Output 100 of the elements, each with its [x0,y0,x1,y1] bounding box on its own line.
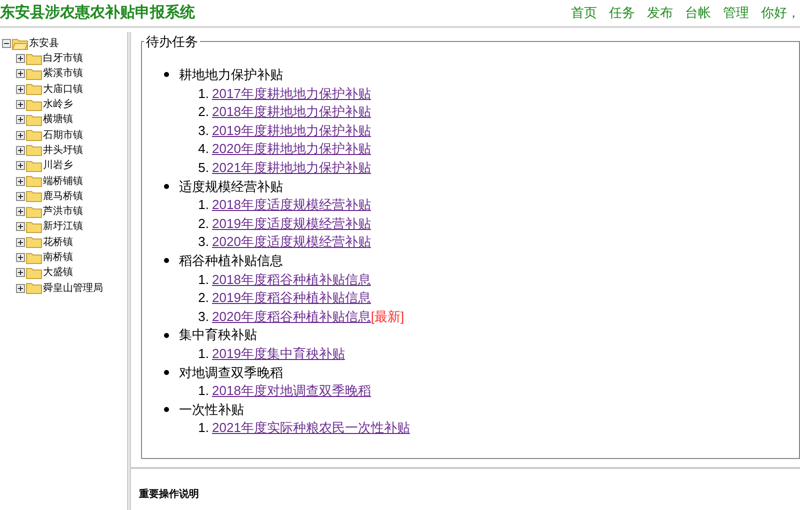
folder-icon [26,144,42,156]
task-link[interactable]: 2018年度稻谷种植补贴信息 [212,270,371,290]
folder-icon [26,175,42,188]
item-number: 2. [197,289,209,308]
tree-item[interactable]: 横塘镇 [43,112,73,128]
nav-link[interactable]: 台帐 [685,3,711,23]
folder-icon [26,52,42,65]
tree-item[interactable]: 舜皇山管理局 [43,280,103,296]
tree-item[interactable]: 井头圩镇 [43,142,83,158]
item-number: 3. [197,233,209,252]
folder-icon [26,220,42,233]
task-link[interactable]: 2019年度稻谷种植补贴信息 [212,288,371,308]
bullet-icon [164,184,169,189]
collapse-icon[interactable] [2,39,11,48]
tree-item[interactable]: 端桥铺镇 [43,174,83,189]
task-link[interactable]: 2021年度实际种粮农民一次性补贴 [212,418,410,438]
folder-icon [26,282,42,294]
expand-icon[interactable] [16,84,25,94]
expand-icon[interactable] [16,130,25,140]
item-number: 1. [197,382,209,400]
bullet-icon [164,370,169,375]
site-title: 东安县涉农惠农补贴申报系统 [0,2,195,23]
tree-item[interactable]: 紫溪市镇 [43,66,83,82]
tree-item[interactable]: 芦洪市镇 [43,204,83,220]
expand-icon[interactable] [16,238,25,247]
item-number: 2. [197,103,209,122]
item-number: 3. [197,122,209,140]
expand-icon[interactable] [16,284,25,293]
folder-icon [26,114,42,126]
group-title: 耕地地力保护补贴 [179,66,283,84]
expand-icon[interactable] [16,161,25,170]
task-link[interactable]: 2021年度耕地地力保护补贴 [212,158,371,178]
tree-item[interactable]: 水岭乡 [43,97,73,112]
tree-item[interactable]: 南桥镇 [43,250,73,265]
bullet-icon [164,258,169,264]
bullet-icon [164,72,169,78]
expand-icon[interactable] [16,100,25,110]
item-number: 4. [197,140,209,158]
nav-link[interactable]: 管理 [723,3,749,23]
task-link[interactable]: 2019年度适度规模经营补贴 [212,214,371,234]
item-number: 1. [197,84,209,103]
open-folder-icon [12,38,28,50]
expand-icon[interactable] [16,192,25,201]
notes-heading: 重要操作说明 [139,488,200,502]
folder-icon [26,83,42,96]
folder-icon [26,160,42,172]
group-title: 一次性补贴 [179,400,244,419]
expand-icon[interactable] [16,268,25,278]
group-title: 稻谷种植补贴信息 [179,252,283,270]
panel-legend: 待办任务 [144,32,200,52]
expand-icon[interactable] [16,54,25,64]
task-link[interactable]: 2018年度适度规模经营补贴 [212,195,371,215]
task-link[interactable]: 2019年度耕地地力保护补贴 [212,120,371,140]
group-title: 适度规模经营补贴 [179,178,283,196]
expand-icon[interactable] [16,207,25,216]
bullet-icon [164,406,169,412]
task-link[interactable]: 2020年度适度规模经营补贴 [212,232,371,252]
tree-item[interactable]: 新圩江镇 [43,219,83,234]
group-title: 集中育秧补贴 [179,326,257,344]
expand-icon[interactable] [16,146,25,155]
tree-item[interactable]: 川岩乡 [43,158,73,174]
tree-item[interactable]: 白牙市镇 [43,51,83,66]
folder-icon [26,129,42,142]
task-link[interactable]: 2018年度对地调查双季晚稻 [212,381,371,401]
tree-item[interactable]: 花桥镇 [43,234,73,250]
tree-item[interactable]: 石期市镇 [43,128,83,143]
tree-item[interactable]: 大庙口镇 [43,82,83,97]
expand-icon[interactable] [16,176,25,186]
item-number: 3. [197,308,209,326]
nav-link[interactable]: 首页 [571,3,597,23]
tree-item[interactable]: 东安县 [29,36,59,51]
folder-icon [26,98,42,111]
item-number: 1. [197,196,209,214]
task-link[interactable]: 2020年度稻谷种植补贴信息 [212,306,371,326]
nav-link[interactable]: 发布 [647,3,673,23]
tree-item[interactable]: 鹿马桥镇 [43,188,83,204]
item-number: 1. [197,419,209,438]
task-link[interactable]: 2018年度耕地地力保护补贴 [212,102,371,122]
expand-icon[interactable] [16,115,25,124]
task-link[interactable]: 2019年度集中育秧补贴 [212,344,345,364]
group-title: 对地调查双季晚稻 [179,364,283,382]
folder-icon [26,190,42,202]
folder-icon [26,266,42,279]
tree-item[interactable]: 大盛镇 [43,265,73,280]
new-label: [最新] [370,308,404,326]
expand-icon[interactable] [16,222,25,232]
expand-icon[interactable] [16,69,25,78]
folder-icon [26,236,42,248]
item-number: 1. [197,344,209,363]
folder-icon [26,252,42,264]
nav-link[interactable]: 任务 [609,3,635,23]
bullet-icon [164,332,169,338]
item-number: 5. [197,159,209,178]
expand-icon[interactable] [16,253,25,262]
folder-icon [26,68,42,80]
task-link[interactable]: 2020年度耕地地力保护补贴 [212,139,371,159]
nav-link[interactable]: 你好， [761,3,800,23]
task-link[interactable]: 2017年度耕地地力保护补贴 [212,84,371,104]
folder-icon [26,206,42,218]
item-number: 2. [197,214,209,233]
